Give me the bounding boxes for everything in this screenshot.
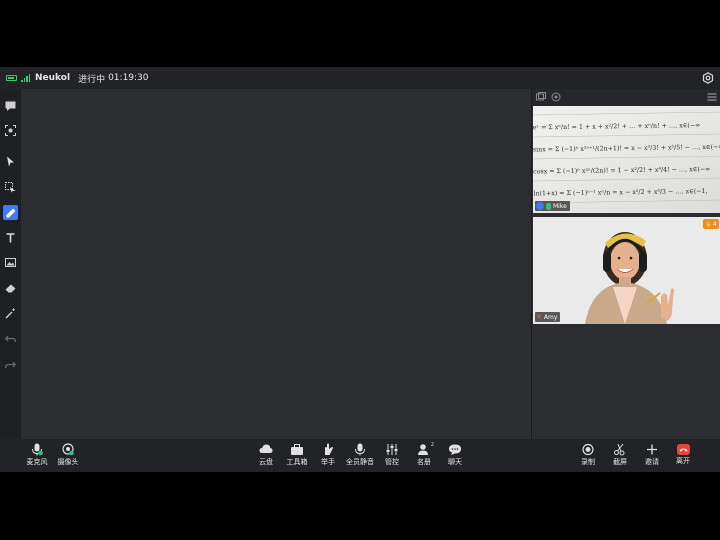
chat-icon xyxy=(449,444,461,455)
formula-line: eˣ = Σ xⁿ/n! = 1 + x + x²/2! + … + xⁿ/n!… xyxy=(533,122,701,132)
toolbox-icon xyxy=(291,444,303,455)
screenshot-icon[interactable] xyxy=(3,123,18,138)
screenshot-label: 截屏 xyxy=(613,458,627,466)
battery-icon xyxy=(6,75,17,81)
participant-video-amy[interactable]: ✋ 4 ✕ Amy xyxy=(533,217,720,324)
signal-icon xyxy=(21,74,30,82)
leave-label: 离开 xyxy=(676,457,690,465)
image-icon[interactable] xyxy=(3,255,18,270)
magic-wand-icon[interactable] xyxy=(3,306,18,321)
camera-icon xyxy=(62,443,74,456)
microphone-on-icon xyxy=(546,202,551,210)
participant-camera-image xyxy=(533,217,720,324)
record-button[interactable]: 录制 xyxy=(573,443,603,469)
participant-name-badge: Mike xyxy=(535,201,570,211)
scissors-icon xyxy=(614,443,625,456)
invite-button[interactable]: 邀请 xyxy=(637,443,667,469)
mute-all-button[interactable]: 全员静音 xyxy=(345,443,375,469)
toolbox-button[interactable]: 工具箱 xyxy=(282,443,312,469)
microphone-button[interactable]: 麦克风 xyxy=(22,443,52,469)
raise-hand-label: 举手 xyxy=(321,458,335,466)
text-icon[interactable] xyxy=(3,230,18,245)
camera-button[interactable]: 摄像头 xyxy=(53,443,83,469)
microphone-off-icon: ✕ xyxy=(536,313,542,321)
raise-hand-button[interactable]: 举手 xyxy=(313,443,343,469)
controls-label: 管控 xyxy=(385,458,399,466)
undo-icon[interactable] xyxy=(3,331,18,346)
whiteboard-canvas[interactable] xyxy=(21,89,531,439)
pointer-icon[interactable] xyxy=(3,154,18,169)
speaker-view-icon[interactable] xyxy=(551,92,561,102)
roster-icon xyxy=(418,444,428,455)
controls-icon xyxy=(386,444,398,455)
layout-menu-icon[interactable] xyxy=(707,92,717,102)
mute-all-icon xyxy=(355,443,365,456)
plus-icon xyxy=(647,444,657,455)
chat-icon[interactable] xyxy=(3,98,18,113)
eraser-icon[interactable] xyxy=(3,281,18,296)
screenshot-button[interactable]: 截屏 xyxy=(605,443,635,469)
record-label: 录制 xyxy=(581,458,595,466)
meeting-window: Neukol 进行中 01:19:30 eˣ = Σ xⁿ/n! = 1 + x… xyxy=(0,67,720,472)
bottom-control-bar: 麦克风 摄像头 云盘 工具箱 举手 全员静音 管控 名册 2 聊天 录制 截屏 … xyxy=(0,439,720,472)
cloud-drive-label: 云盘 xyxy=(259,458,273,466)
meeting-timer: 01:19:30 xyxy=(108,73,149,83)
mute-all-label: 全员静音 xyxy=(346,458,374,466)
roster-label: 名册 xyxy=(417,458,431,466)
select-icon[interactable] xyxy=(3,180,18,195)
leave-button[interactable]: 离开 xyxy=(668,443,698,469)
avatar xyxy=(536,202,544,210)
redo-icon[interactable] xyxy=(3,357,18,372)
video-panel-header xyxy=(532,89,720,106)
hand-icon xyxy=(325,443,334,455)
microphone-icon xyxy=(32,443,43,456)
controls-button[interactable]: 管控 xyxy=(377,443,407,469)
formula-line: sinx = Σ (−1)ⁿ x²ⁿ⁺¹/(2n+1)! = x − x³/3!… xyxy=(533,143,720,154)
raised-hand-badge: ✋ 4 xyxy=(703,219,719,229)
roster-count-badge: 2 xyxy=(430,442,434,448)
formula-line: cosx = Σ (−1)ⁿ x²ⁿ/(2n)! = 1 − x²/2! + x… xyxy=(533,165,711,176)
chat-button[interactable]: 聊天 xyxy=(440,443,470,469)
raised-hand-count: 4 xyxy=(712,220,717,228)
leave-phone-icon xyxy=(676,444,690,455)
record-icon xyxy=(582,443,594,456)
participant-name: Mike xyxy=(553,202,567,210)
cloud-icon xyxy=(259,444,273,453)
hand-icon: ✋ xyxy=(705,220,713,228)
chat-label: 聊天 xyxy=(448,458,462,466)
pen-icon[interactable] xyxy=(3,205,18,220)
camera-label: 摄像头 xyxy=(57,458,79,466)
whiteboard-toolbar xyxy=(0,89,21,439)
participant-name: Amy xyxy=(543,313,558,321)
roster-button[interactable]: 名册 2 xyxy=(409,442,439,469)
cloud-drive-button[interactable]: 云盘 xyxy=(251,443,281,469)
toolbox-label: 工具箱 xyxy=(286,458,308,466)
meeting-name: Neukol xyxy=(35,73,71,83)
settings-icon[interactable] xyxy=(702,72,714,84)
invite-label: 邀请 xyxy=(645,458,659,466)
gallery-view-icon[interactable] xyxy=(536,92,546,102)
participant-video-mike[interactable]: eˣ = Σ xⁿ/n! = 1 + x + x²/2! + … + xⁿ/n!… xyxy=(533,106,720,213)
microphone-label: 麦克风 xyxy=(26,458,48,466)
meeting-status: 进行中 xyxy=(78,74,106,85)
participant-name-badge: ✕ Amy xyxy=(535,312,561,322)
top-status-bar: Neukol 进行中 01:19:30 xyxy=(0,67,720,89)
video-panel: eˣ = Σ xⁿ/n! = 1 + x + x²/2! + … + xⁿ/n!… xyxy=(531,89,720,439)
